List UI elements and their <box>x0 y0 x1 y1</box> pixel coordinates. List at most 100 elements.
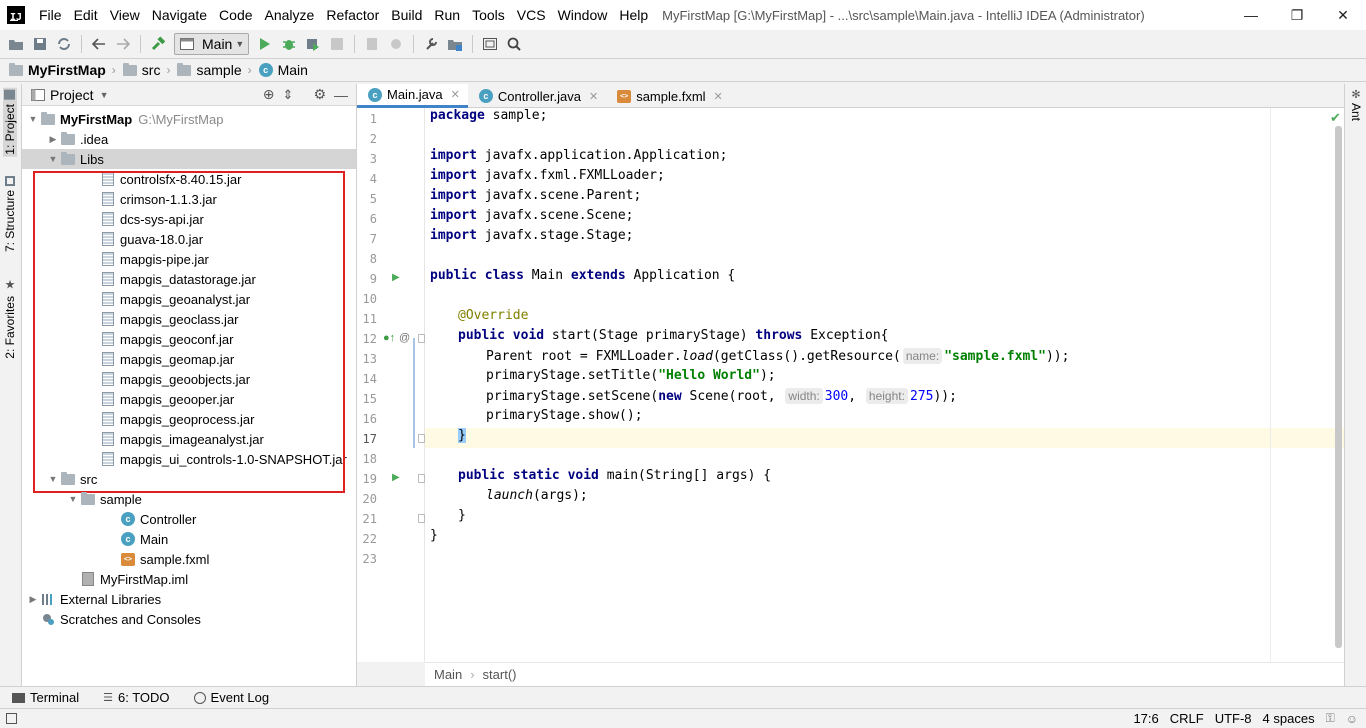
fold-marker-icon[interactable] <box>418 514 425 523</box>
menu-refactor[interactable]: Refactor <box>320 0 385 30</box>
menu-file[interactable]: File <box>33 0 68 30</box>
tree-item[interactable]: <> sample.fxml <box>22 549 356 569</box>
build-icon[interactable] <box>146 32 170 56</box>
tree-item[interactable]: mapgis_geoconf.jar <box>22 329 356 349</box>
close-tab-icon[interactable]: ✕ <box>714 90 723 103</box>
tree-item[interactable]: mapgis_geoprocess.jar <box>22 409 356 429</box>
close-tab-icon[interactable]: ✕ <box>589 90 598 103</box>
expand-arrow-icon[interactable]: ▼ <box>46 154 60 164</box>
vcs-update-icon[interactable] <box>384 32 408 56</box>
tree-item[interactable]: mapgis_imageanalyst.jar <box>22 429 356 449</box>
collapse-arrow-icon[interactable]: ▶ <box>26 594 40 605</box>
editor-scrollbar[interactable] <box>1335 126 1342 648</box>
debug-icon[interactable] <box>277 32 301 56</box>
indent-setting[interactable]: 4 spaces <box>1263 711 1315 726</box>
menu-code[interactable]: Code <box>213 0 258 30</box>
settings-icon[interactable] <box>419 32 443 56</box>
tree-item[interactable]: ▼ Libs <box>22 149 356 169</box>
expand-arrow-icon[interactable]: ▼ <box>66 494 80 504</box>
coverage-icon[interactable] <box>301 32 325 56</box>
fold-marker-icon[interactable] <box>418 334 425 343</box>
override-gutter-icon[interactable]: ●↑ <box>383 332 395 344</box>
event-log-tab[interactable]: Event Log <box>193 690 269 705</box>
maximize-button[interactable]: ❐ <box>1274 0 1320 30</box>
tree-item[interactable]: mapgis_datastorage.jar <box>22 269 356 289</box>
terminal-window-icon[interactable] <box>478 32 502 56</box>
inspector-icon[interactable]: ☺ <box>1346 712 1358 726</box>
tree-item[interactable]: mapgis_geoclass.jar <box>22 309 356 329</box>
hide-panel-icon[interactable]: — <box>334 87 348 103</box>
breadcrumb-method[interactable]: start() <box>483 667 517 682</box>
expand-arrow-icon[interactable]: ▼ <box>46 474 60 484</box>
search-icon[interactable] <box>502 32 526 56</box>
open-icon[interactable] <box>4 32 28 56</box>
run-gutter-icon[interactable]: ▶ <box>392 272 400 283</box>
run-configuration-dropdown[interactable]: Main ▼ <box>174 33 250 55</box>
line-separator[interactable]: CRLF <box>1170 711 1204 726</box>
tree-item[interactable]: mapgis-pipe.jar <box>22 249 356 269</box>
close-tab-icon[interactable]: ✕ <box>451 88 460 101</box>
close-window-button[interactable]: ✕ <box>1320 0 1366 30</box>
editor-tab[interactable]: c Controller.java ✕ <box>468 84 606 108</box>
favorites-tool-tab[interactable]: 2: Favorites ★ <box>3 278 17 359</box>
menu-window[interactable]: Window <box>552 0 614 30</box>
inspection-ok-icon[interactable]: ✔ <box>1330 110 1341 126</box>
tree-item[interactable]: crimson-1.1.3.jar <box>22 189 356 209</box>
menu-navigate[interactable]: Navigate <box>146 0 213 30</box>
collapse-arrow-icon[interactable]: ▶ <box>46 134 60 145</box>
menu-build[interactable]: Build <box>385 0 428 30</box>
breadcrumb-class[interactable]: Main <box>434 667 462 682</box>
menu-view[interactable]: View <box>104 0 146 30</box>
gear-icon[interactable]: ⚙ <box>313 86 326 103</box>
menu-vcs[interactable]: VCS <box>511 0 552 30</box>
nav-crumb[interactable]: MyFirstMap <box>8 62 106 78</box>
tree-item[interactable]: ▼ src <box>22 469 356 489</box>
tree-item[interactable]: ▼ MyFirstMap G:\MyFirstMap <box>22 109 356 129</box>
ant-tool-tab[interactable]: ✻ Ant <box>1349 88 1363 121</box>
minimize-button[interactable]: — <box>1228 0 1274 30</box>
tree-item[interactable]: mapgis_geooper.jar <box>22 389 356 409</box>
fold-marker-icon[interactable] <box>418 474 425 483</box>
menu-help[interactable]: Help <box>613 0 654 30</box>
tree-item[interactable]: controlsfx-8.40.15.jar <box>22 169 356 189</box>
tool-windows-toggle-icon[interactable] <box>6 713 17 724</box>
tree-item[interactable]: MyFirstMap.iml <box>22 569 356 589</box>
forward-icon[interactable] <box>111 32 135 56</box>
menu-analyze[interactable]: Analyze <box>259 0 321 30</box>
nav-crumb[interactable]: src <box>122 62 160 78</box>
sync-icon[interactable] <box>52 32 76 56</box>
chevron-down-icon[interactable]: ▼ <box>100 90 109 100</box>
structure-tool-tab[interactable]: 7: Structure <box>3 176 17 252</box>
run-icon[interactable] <box>253 32 277 56</box>
project-tool-tab[interactable]: 1: Project <box>3 88 17 157</box>
stop-icon[interactable] <box>325 32 349 56</box>
project-panel-title[interactable]: Project <box>50 87 94 103</box>
file-encoding[interactable]: UTF-8 <box>1215 711 1252 726</box>
back-icon[interactable] <box>87 32 111 56</box>
tree-item[interactable]: mapgis_geoanalyst.jar <box>22 289 356 309</box>
menu-edit[interactable]: Edit <box>68 0 104 30</box>
locate-file-icon[interactable]: ⊕ <box>263 86 275 103</box>
menu-run[interactable]: Run <box>428 0 466 30</box>
expand-arrow-icon[interactable]: ▼ <box>26 114 40 124</box>
tree-item[interactable]: ▶ .idea <box>22 129 356 149</box>
tree-item[interactable]: Scratches and Consoles <box>22 609 356 629</box>
caret-position[interactable]: 17:6 <box>1133 711 1158 726</box>
fold-marker-icon[interactable] <box>418 434 425 443</box>
editor-tab[interactable]: <> sample.fxml ✕ <box>606 84 731 108</box>
nav-crumb[interactable]: sample <box>176 62 242 78</box>
tree-item[interactable]: mapgis_ui_controls-1.0-SNAPSHOT.jar <box>22 449 356 469</box>
save-icon[interactable] <box>28 32 52 56</box>
tree-item[interactable]: c Main <box>22 529 356 549</box>
tree-item[interactable]: mapgis_geoobjects.jar <box>22 369 356 389</box>
terminal-tab[interactable]: Terminal <box>12 690 79 705</box>
code-editor[interactable]: package sample; import javafx.applicatio… <box>425 108 1344 662</box>
tree-item[interactable]: mapgis_geomap.jar <box>22 349 356 369</box>
lock-icon[interactable]: ⚿ <box>1326 711 1335 726</box>
collapse-all-icon[interactable]: ⇕ <box>283 87 294 103</box>
tree-item[interactable]: c Controller <box>22 509 356 529</box>
editor-tab[interactable]: c Main.java ✕ <box>357 84 468 108</box>
nav-crumb[interactable]: c Main <box>258 62 308 78</box>
tree-item[interactable]: guava-18.0.jar <box>22 229 356 249</box>
tree-item[interactable]: ▼ sample <box>22 489 356 509</box>
